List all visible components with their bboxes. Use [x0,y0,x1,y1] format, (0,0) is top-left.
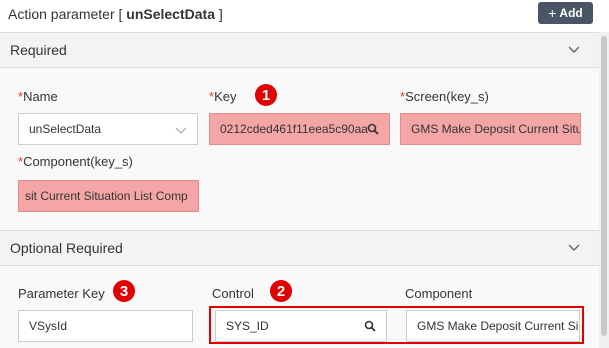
parameter-key-input[interactable]: VSysId [18,310,193,342]
key-label: *Key [209,89,237,104]
key-field[interactable]: 0212cded461f11eea5c90aa [209,113,390,145]
screen-field[interactable]: GMS Make Deposit Current Situ [400,113,581,145]
chevron-down-icon [175,127,187,134]
action-name: unSelectData [126,6,215,22]
component-optional-label: Component [405,286,473,301]
scrollbar-thumb[interactable] [601,36,607,336]
add-button[interactable]: + Add [538,2,593,24]
chevron-down-icon[interactable] [567,240,581,254]
required-section-title: Required [10,42,67,58]
add-button-label: Add [559,6,583,20]
chevron-down-icon[interactable] [567,42,581,56]
required-section-body: *Name unSelectData *Key 0212cded461f11ee… [0,68,599,230]
optional-section-body: Parameter Key 3 VSysId Control 2 SYS_ID … [0,266,599,348]
page-title: Action parameter [ unSelectData ] [8,6,223,22]
callout-badge-3: 3 [113,280,135,302]
component-field[interactable]: sit Current Situation List Comp [18,180,199,212]
plus-icon: + [548,5,557,21]
screen-label: *Screen(key_s) [400,89,489,104]
name-select[interactable]: unSelectData [18,113,198,145]
name-label: *Name [18,89,58,104]
parameter-key-label: Parameter Key [18,286,105,301]
search-icon[interactable] [367,123,379,135]
optional-section-header[interactable]: Optional Required [0,230,599,266]
control-label: Control [212,286,254,301]
callout-badge-2: 2 [270,280,292,302]
required-section-header[interactable]: Required [0,32,599,68]
optional-section-title: Optional Required [10,240,123,256]
callout-frame [209,306,584,344]
callout-badge-1: 1 [255,84,277,106]
panel-header: Action parameter [ unSelectData ] + Add [0,0,609,32]
component-label: *Component(key_s) [18,154,133,169]
